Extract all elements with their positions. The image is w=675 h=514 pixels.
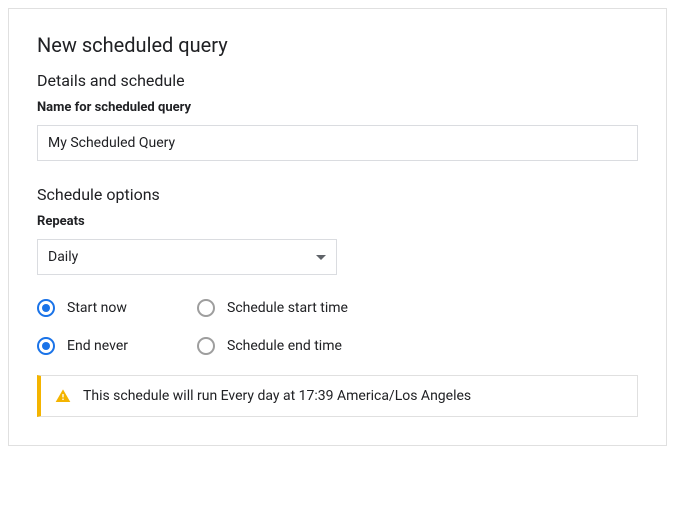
warning-icon: [55, 388, 71, 404]
schedule-start-time-radio[interactable]: Schedule start time: [197, 299, 348, 317]
radio-icon: [197, 337, 215, 355]
repeats-select[interactable]: Daily: [37, 239, 337, 275]
radio-icon: [197, 299, 215, 317]
end-never-radio[interactable]: End never: [37, 337, 197, 355]
notice-text: This schedule will run Every day at 17:3…: [83, 388, 471, 404]
radio-icon: [37, 337, 55, 355]
start-now-radio[interactable]: Start now: [37, 299, 197, 317]
new-scheduled-query-panel: New scheduled query Details and schedule…: [8, 8, 667, 446]
repeats-label: Repeats: [37, 214, 638, 229]
start-radio-row: Start now Schedule start time: [37, 299, 638, 317]
schedule-end-label: Schedule end time: [227, 338, 342, 354]
name-label: Name for scheduled query: [37, 100, 638, 115]
schedule-end-time-radio[interactable]: Schedule end time: [197, 337, 342, 355]
schedule-options-heading: Schedule options: [37, 185, 638, 204]
details-heading: Details and schedule: [37, 71, 638, 90]
page-title: New scheduled query: [37, 33, 638, 57]
scheduled-query-name-input[interactable]: [37, 125, 638, 161]
start-now-label: Start now: [67, 300, 127, 316]
chevron-down-icon: [316, 255, 326, 260]
repeats-value: Daily: [48, 249, 78, 265]
end-radio-row: End never Schedule end time: [37, 337, 638, 355]
schedule-notice: This schedule will run Every day at 17:3…: [37, 375, 638, 417]
radio-icon: [37, 299, 55, 317]
schedule-start-label: Schedule start time: [227, 300, 348, 316]
end-never-label: End never: [67, 338, 128, 354]
